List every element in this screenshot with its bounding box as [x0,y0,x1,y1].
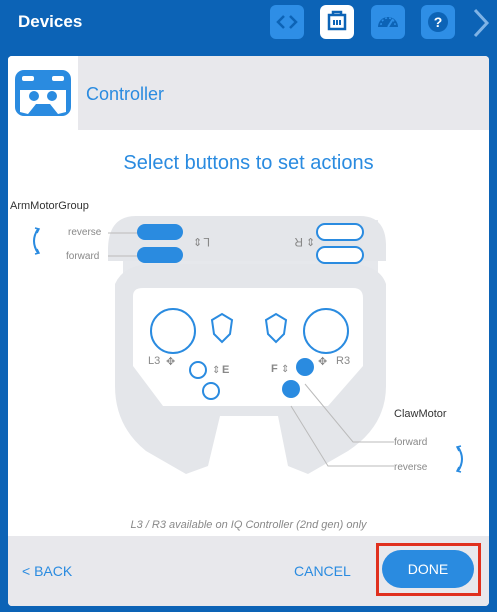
cancel-button[interactable]: CANCEL [294,563,351,579]
dashboard-button[interactable] [371,5,405,39]
l3-label: L3 [148,355,160,367]
page-title: Devices [18,12,83,31]
right-joystick[interactable] [303,308,349,354]
r-updown-arrows-icon: ⇕ [306,237,315,249]
f-up-button[interactable] [296,358,314,376]
controller-config-panel: Controller Select buttons to set actions… [8,56,489,606]
svg-text:?: ? [434,14,443,30]
l-updown-arrows-icon: ⇕ [193,237,202,249]
devices-button[interactable] [320,5,354,39]
chevron-right-icon[interactable] [470,6,492,40]
dashboard-gauge-icon [378,17,398,28]
code-icon [276,15,298,29]
back-button[interactable]: < BACK [22,563,72,579]
l-up-button[interactable] [137,224,183,240]
r-up-button[interactable] [316,223,364,241]
code-view-button[interactable] [270,5,304,39]
f-down-button[interactable] [282,380,300,398]
l-down-button[interactable] [137,247,183,263]
controller-diagram: ⇕ L R ⇕ L3 ✥ ⇕ E ✥ R3 F ⇕ [108,216,394,474]
e-label: E [222,364,229,376]
l3-joystick-icon: ✥ [166,356,175,368]
device-port-icon [327,10,347,31]
e-updown-arrows-icon: ⇕ [212,365,220,376]
left-joystick[interactable] [150,308,196,354]
f-label: F [271,363,278,375]
r3-joystick-icon: ✥ [318,356,327,368]
top-bar: Devices ? [0,0,497,46]
l-bumper-label: L [203,235,210,249]
help-button[interactable]: ? [421,5,455,39]
f-updown-arrows-icon: ⇕ [281,364,289,375]
compatibility-note: L3 / R3 available on IQ Controller (2nd … [130,519,367,531]
r-bumper-label: R [294,235,303,249]
done-button[interactable]: DONE [382,550,474,588]
r-down-button[interactable] [316,246,364,264]
r3-label: R3 [336,355,350,367]
help-icon: ? [428,12,448,32]
e-down-button[interactable] [202,382,220,400]
e-up-button[interactable] [189,361,207,379]
